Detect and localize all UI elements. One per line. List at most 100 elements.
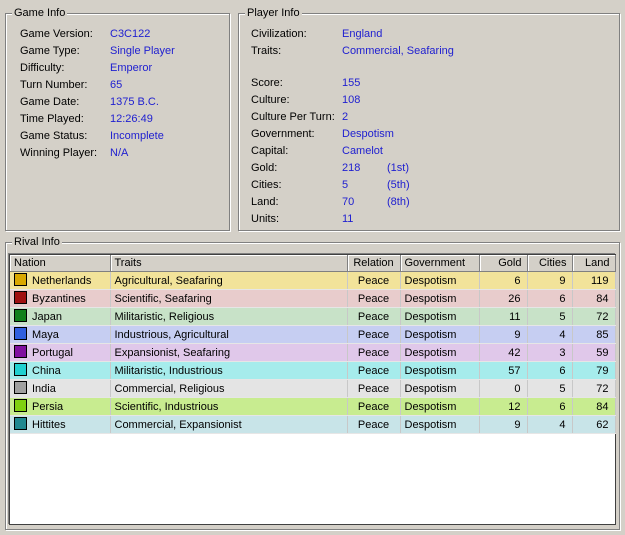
civilization-value: England	[342, 28, 383, 40]
player-info-label: Cities:	[251, 179, 282, 191]
nation-name: Netherlands	[32, 274, 92, 287]
game-info-label: Game Date:	[20, 96, 80, 108]
cell-land: 79	[572, 361, 616, 380]
cell-traits: Commercial, Religious	[110, 379, 348, 398]
cell-government: Despotism	[400, 397, 480, 416]
player-info-label: Government:	[251, 128, 315, 140]
cell-land: 119	[572, 271, 616, 290]
nation-color-swatch	[14, 398, 27, 412]
column-header-cities[interactable]: Cities	[527, 255, 573, 272]
cell-land: 85	[572, 325, 616, 344]
column-header-government[interactable]: Government	[400, 255, 480, 272]
cell-nation: Netherlands	[10, 271, 111, 290]
player-info-label: Culture:	[251, 94, 290, 106]
cell-relation: Peace	[347, 289, 401, 308]
cell-gold: 6	[479, 271, 528, 290]
cell-government: Despotism	[400, 307, 480, 326]
column-header-relation[interactable]: Relation	[347, 255, 401, 272]
table-row[interactable]: India Commercial, Religious Peace Despotism…	[10, 379, 616, 398]
player-info-value: 11	[342, 213, 354, 225]
cell-nation: India	[10, 379, 111, 398]
column-header-gold[interactable]: Gold	[479, 255, 528, 272]
cell-nation: China	[10, 361, 111, 380]
cell-government: Despotism	[400, 289, 480, 308]
table-row[interactable]: Hittites Commercial, Expansionist Peace Des…	[10, 415, 616, 434]
cell-government: Despotism	[400, 361, 480, 380]
cell-government: Despotism	[400, 325, 480, 344]
nation-color-swatch	[14, 290, 27, 304]
table-row[interactable]: Persia Scientific, Industrious Peace Despot…	[10, 397, 616, 416]
cell-relation: Peace	[347, 325, 401, 344]
player-info-label: Land:	[251, 196, 279, 208]
traits-label: Traits:	[251, 45, 282, 57]
nation-name: India	[32, 382, 56, 395]
game-info-value: Emperor	[110, 62, 153, 74]
cell-traits: Militaristic, Religious	[110, 307, 348, 326]
game-info-value: Incomplete	[110, 130, 164, 142]
cell-government: Despotism	[400, 271, 480, 290]
cell-traits: Industrious, Agricultural	[110, 325, 348, 344]
rival-table-container: Nation Traits Relation Government Gold C…	[9, 254, 616, 525]
player-info-value: 108	[342, 94, 361, 106]
cell-land: 84	[572, 289, 616, 308]
player-info-value: 5	[342, 179, 349, 191]
player-info-value: Despotism	[342, 128, 394, 140]
traits-value: Commercial, Seafaring	[342, 45, 454, 57]
cell-relation: Peace	[347, 271, 401, 290]
rival-table-header: Nation Traits Relation Government Gold C…	[10, 255, 616, 272]
cell-traits: Expansionist, Seafaring	[110, 343, 348, 362]
table-row[interactable]: Maya Industrious, Agricultural Peace Despot…	[10, 325, 616, 344]
table-row[interactable]: Japan Militaristic, Religious Peace Despoti…	[10, 307, 616, 326]
nation-color-swatch	[14, 272, 27, 286]
cell-nation: Hittites	[10, 415, 111, 434]
cell-government: Despotism	[400, 379, 480, 398]
cell-cities: 6	[527, 289, 573, 308]
cell-relation: Peace	[347, 343, 401, 362]
player-info-label: Score:	[251, 77, 283, 89]
game-info-label: Winning Player:	[20, 147, 98, 159]
cell-government: Despotism	[400, 415, 480, 434]
cell-gold: 26	[479, 289, 528, 308]
nation-name: Persia	[32, 400, 64, 413]
column-header-nation[interactable]: Nation	[10, 255, 111, 272]
player-info-value: 2	[342, 111, 349, 123]
nation-name: Portugal	[32, 346, 73, 359]
cell-nation: Portugal	[10, 343, 111, 362]
table-row[interactable]: China Militaristic, Industrious Peace Despo…	[10, 361, 616, 380]
player-info-value: 218	[342, 162, 361, 174]
cell-traits: Scientific, Seafaring	[110, 289, 348, 308]
game-info-group: Game Info Game Version: C3C122 Game Type: S…	[5, 7, 230, 231]
table-row[interactable]: Byzantines Scientific, Seafaring Peace Desp…	[10, 289, 616, 308]
cell-gold: 12	[479, 397, 528, 416]
game-info-value: N/A	[110, 147, 129, 159]
column-header-traits[interactable]: Traits	[110, 255, 348, 272]
cell-relation: Peace	[347, 307, 401, 326]
table-row[interactable]: Portugal Expansionist, Seafaring Peace Desp…	[10, 343, 616, 362]
cell-traits: Scientific, Industrious	[110, 397, 348, 416]
column-header-land[interactable]: Land	[572, 255, 616, 272]
rival-info-title: Rival Info	[12, 236, 62, 249]
player-info-value: 155	[342, 77, 361, 89]
cell-nation: Maya	[10, 325, 111, 344]
table-row[interactable]: Netherlands Agricultural, Seafaring Peace D…	[10, 271, 616, 290]
cell-cities: 4	[527, 415, 573, 434]
player-info-label: Culture Per Turn:	[251, 111, 335, 123]
cell-traits: Agricultural, Seafaring	[110, 271, 348, 290]
game-info-value: 1375 B.C.	[110, 96, 159, 108]
player-info-group: Player Info Civilization: England Traits…	[238, 7, 620, 231]
player-info-label: Capital:	[251, 145, 289, 157]
player-info-value: 70	[342, 196, 355, 208]
cell-land: 62	[572, 415, 616, 434]
cell-gold: 42	[479, 343, 528, 362]
cell-cities: 6	[527, 361, 573, 380]
cell-nation: Japan	[10, 307, 111, 326]
player-info-value: Camelot	[342, 145, 383, 157]
player-info-rank: (8th)	[387, 196, 410, 208]
game-info-label: Game Status:	[20, 130, 88, 142]
cell-land: 72	[572, 379, 616, 398]
nation-color-swatch	[14, 416, 27, 430]
cell-cities: 4	[527, 325, 573, 344]
game-info-label: Game Type:	[20, 45, 80, 57]
cell-cities: 5	[527, 307, 573, 326]
cell-cities: 3	[527, 343, 573, 362]
